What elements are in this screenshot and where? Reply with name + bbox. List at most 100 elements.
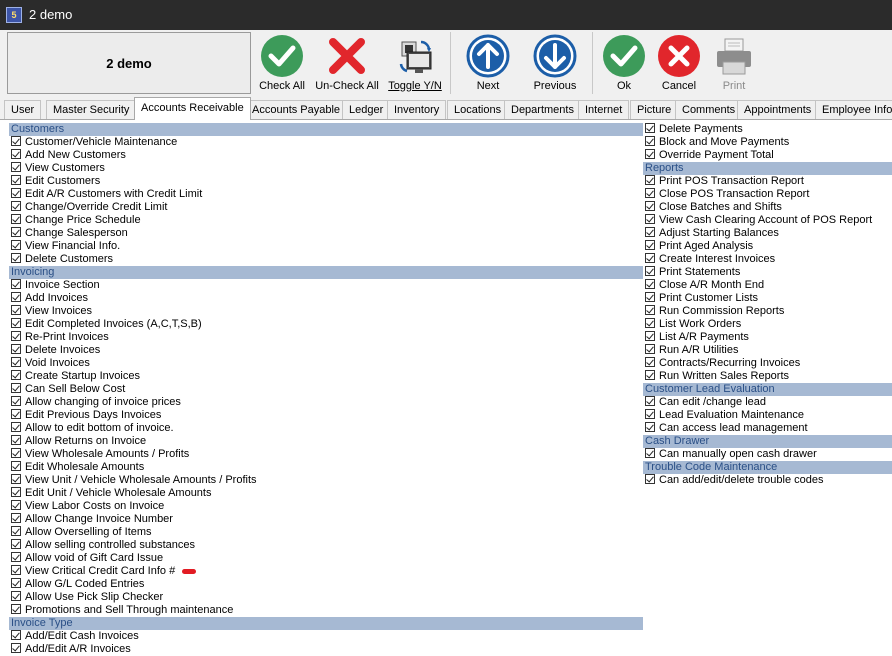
permission-row-run-written-sales-reports[interactable]: Run Written Sales Reports — [643, 370, 892, 383]
tab-employee-info[interactable]: Employee Info — [815, 100, 892, 119]
permission-checkbox[interactable] — [645, 149, 655, 159]
ok-button[interactable]: Ok — [600, 34, 648, 96]
permission-checkbox[interactable] — [11, 253, 21, 263]
permission-row-edit-previous-days-invoices[interactable]: Edit Previous Days Invoices — [9, 409, 643, 422]
permission-checkbox[interactable] — [645, 409, 655, 419]
permission-checkbox[interactable] — [11, 357, 21, 367]
permission-row-add-edit-a-r-invoices[interactable]: Add/Edit A/R Invoices — [9, 643, 643, 656]
permission-row-print-pos-transaction-report[interactable]: Print POS Transaction Report — [643, 175, 892, 188]
permission-checkbox[interactable] — [11, 552, 21, 562]
tab-user[interactable]: User — [4, 100, 42, 119]
permission-row-print-statements[interactable]: Print Statements — [643, 266, 892, 279]
permission-row-change-price-schedule[interactable]: Change Price Schedule — [9, 214, 643, 227]
tab-master-security[interactable]: Master Security — [46, 100, 137, 119]
permission-checkbox[interactable] — [11, 227, 21, 237]
permission-row-add-invoices[interactable]: Add Invoices — [9, 292, 643, 305]
permission-checkbox[interactable] — [11, 487, 21, 497]
permission-row-allow-overselling-of-items[interactable]: Allow Overselling of Items — [9, 526, 643, 539]
permission-checkbox[interactable] — [11, 188, 21, 198]
permission-checkbox[interactable] — [11, 526, 21, 536]
cancel-button[interactable]: Cancel — [655, 34, 703, 96]
permission-row-view-financial-info[interactable]: View Financial Info. — [9, 240, 643, 253]
permission-row-delete-payments[interactable]: Delete Payments — [643, 123, 892, 136]
permission-checkbox[interactable] — [11, 630, 21, 640]
permission-row-add-edit-cash-invoices[interactable]: Add/Edit Cash Invoices — [9, 630, 643, 643]
permission-row-create-startup-invoices[interactable]: Create Startup Invoices — [9, 370, 643, 383]
permission-row-edit-wholesale-amounts[interactable]: Edit Wholesale Amounts — [9, 461, 643, 474]
permission-checkbox[interactable] — [11, 331, 21, 341]
permission-checkbox[interactable] — [645, 201, 655, 211]
permission-checkbox[interactable] — [11, 448, 21, 458]
permission-row-edit-completed-invoices-a-c-t-s-b[interactable]: Edit Completed Invoices (A,C,T,S,B) — [9, 318, 643, 331]
permission-row-can-edit-change-lead[interactable]: Can edit /change lead — [643, 396, 892, 409]
permission-checkbox[interactable] — [11, 344, 21, 354]
print-button[interactable]: Print — [710, 34, 758, 96]
permission-row-adjust-starting-balances[interactable]: Adjust Starting Balances — [643, 227, 892, 240]
uncheck-all-button[interactable]: Un-Check All — [314, 34, 380, 96]
permission-row-list-work-orders[interactable]: List Work Orders — [643, 318, 892, 331]
permission-checkbox[interactable] — [645, 136, 655, 146]
permission-row-view-labor-costs-on-invoice[interactable]: View Labor Costs on Invoice — [9, 500, 643, 513]
permission-checkbox[interactable] — [11, 175, 21, 185]
permission-checkbox[interactable] — [11, 279, 21, 289]
permission-row-allow-change-invoice-number[interactable]: Allow Change Invoice Number — [9, 513, 643, 526]
permission-row-re-print-invoices[interactable]: Re-Print Invoices — [9, 331, 643, 344]
permission-row-close-a-r-month-end[interactable]: Close A/R Month End — [643, 279, 892, 292]
permission-checkbox[interactable] — [645, 214, 655, 224]
permission-checkbox[interactable] — [11, 422, 21, 432]
permission-checkbox[interactable] — [11, 214, 21, 224]
permission-row-allow-selling-controlled-substances[interactable]: Allow selling controlled substances — [9, 539, 643, 552]
tab-internet[interactable]: Internet — [578, 100, 630, 119]
permission-checkbox[interactable] — [11, 162, 21, 172]
permission-checkbox[interactable] — [645, 305, 655, 315]
tab-accounts-payable[interactable]: Accounts Payable — [245, 100, 348, 119]
permission-row-change-salesperson[interactable]: Change Salesperson — [9, 227, 643, 240]
permission-checkbox[interactable] — [645, 422, 655, 432]
permission-checkbox[interactable] — [645, 331, 655, 341]
permission-row-void-invoices[interactable]: Void Invoices — [9, 357, 643, 370]
permission-checkbox[interactable] — [11, 409, 21, 419]
tab-ledger[interactable]: Ledger — [342, 100, 391, 119]
permission-row-view-cash-clearing-account-of-pos-report[interactable]: View Cash Clearing Account of POS Report — [643, 214, 892, 227]
permission-checkbox[interactable] — [645, 292, 655, 302]
permission-checkbox[interactable] — [645, 123, 655, 133]
permission-row-allow-use-pick-slip-checker[interactable]: Allow Use Pick Slip Checker — [9, 591, 643, 604]
permission-checkbox[interactable] — [645, 344, 655, 354]
permission-row-view-wholesale-amounts-profits[interactable]: View Wholesale Amounts / Profits — [9, 448, 643, 461]
permission-checkbox[interactable] — [11, 643, 21, 653]
permission-checkbox[interactable] — [645, 253, 655, 263]
permission-row-edit-customers[interactable]: Edit Customers — [9, 175, 643, 188]
permission-row-customer-vehicle-maintenance[interactable]: Customer/Vehicle Maintenance — [9, 136, 643, 149]
permission-row-lead-evaluation-maintenance[interactable]: Lead Evaluation Maintenance — [643, 409, 892, 422]
permission-row-view-customers[interactable]: View Customers — [9, 162, 643, 175]
permission-checkbox[interactable] — [11, 513, 21, 523]
permission-row-close-pos-transaction-report[interactable]: Close POS Transaction Report — [643, 188, 892, 201]
permission-checkbox[interactable] — [11, 136, 21, 146]
permission-checkbox[interactable] — [645, 396, 655, 406]
previous-button[interactable]: Previous — [530, 34, 580, 96]
tab-accounts-receivable[interactable]: Accounts Receivable — [134, 97, 251, 120]
permission-checkbox[interactable] — [11, 305, 21, 315]
permission-row-allow-returns-on-invoice[interactable]: Allow Returns on Invoice — [9, 435, 643, 448]
permission-row-view-invoices[interactable]: View Invoices — [9, 305, 643, 318]
permission-row-can-access-lead-management[interactable]: Can access lead management — [643, 422, 892, 435]
permission-checkbox[interactable] — [11, 370, 21, 380]
permission-row-close-batches-and-shifts[interactable]: Close Batches and Shifts — [643, 201, 892, 214]
permission-row-delete-invoices[interactable]: Delete Invoices — [9, 344, 643, 357]
permission-checkbox[interactable] — [11, 149, 21, 159]
tab-appointments[interactable]: Appointments — [737, 100, 819, 119]
permission-checkbox[interactable] — [11, 565, 21, 575]
permission-checkbox[interactable] — [645, 357, 655, 367]
permission-checkbox[interactable] — [11, 318, 21, 328]
permission-checkbox[interactable] — [11, 578, 21, 588]
permission-row-add-new-customers[interactable]: Add New Customers — [9, 149, 643, 162]
permission-row-change-override-credit-limit[interactable]: Change/Override Credit Limit — [9, 201, 643, 214]
permission-checkbox[interactable] — [645, 370, 655, 380]
permission-checkbox[interactable] — [645, 279, 655, 289]
permission-checkbox[interactable] — [11, 539, 21, 549]
permission-row-run-commission-reports[interactable]: Run Commission Reports — [643, 305, 892, 318]
permission-checkbox[interactable] — [11, 604, 21, 614]
tab-inventory[interactable]: Inventory — [387, 100, 447, 119]
check-all-button[interactable]: Check All — [258, 34, 306, 96]
permission-checkbox[interactable] — [645, 175, 655, 185]
